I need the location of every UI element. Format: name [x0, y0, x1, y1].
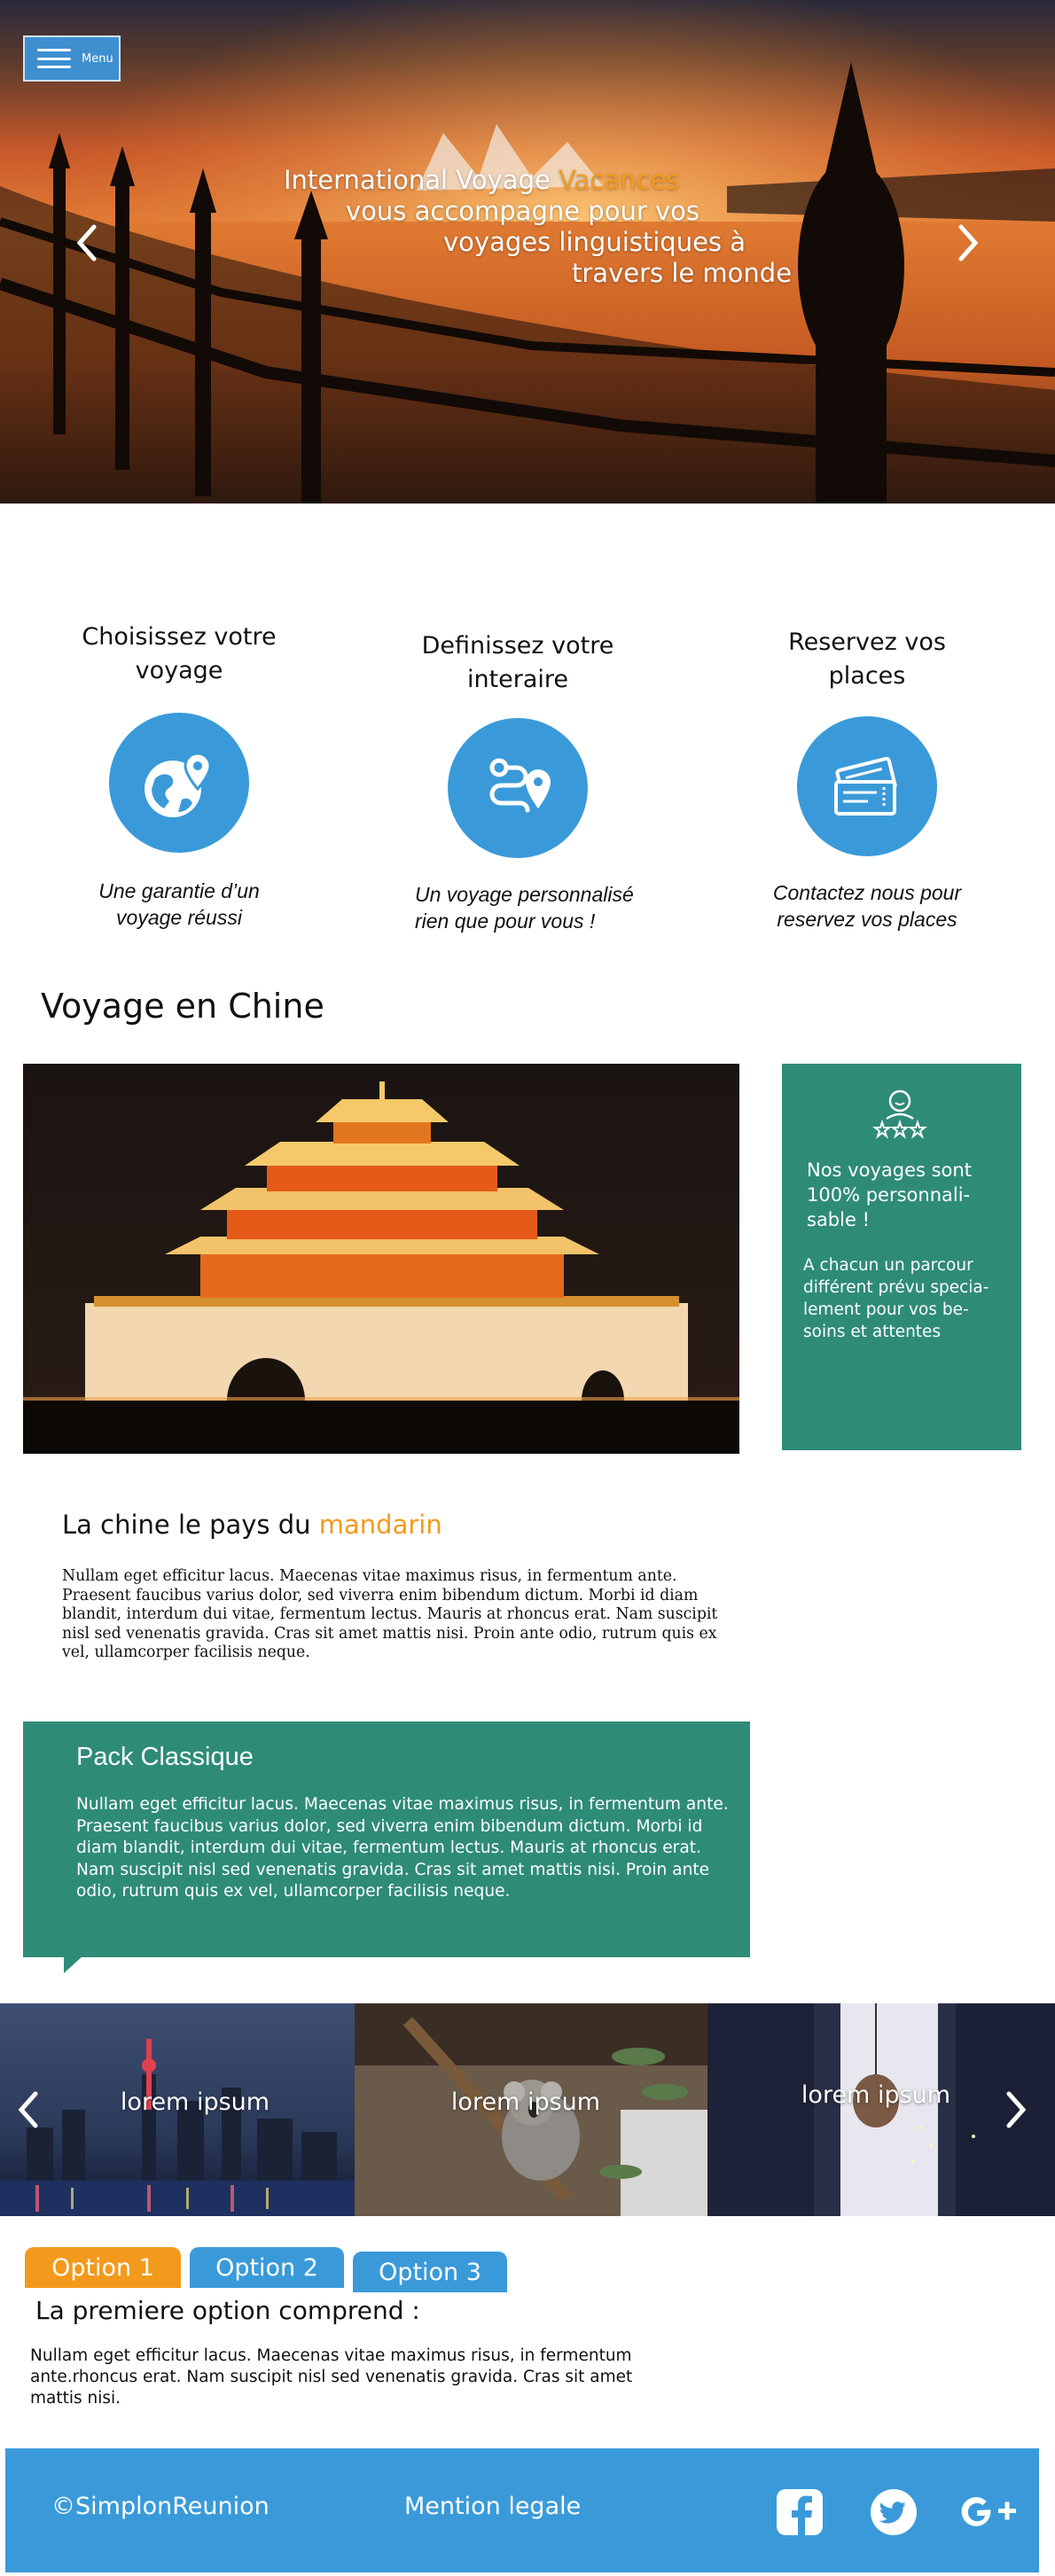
chevron-right-icon: [1006, 2091, 1027, 2128]
tab-option-1[interactable]: Option 1: [25, 2247, 181, 2288]
footer-legal-link[interactable]: Mention legale: [404, 2493, 581, 2520]
slide-label: lorem ipsum: [120, 2088, 270, 2116]
pagoda-photo: [23, 1064, 739, 1454]
globe-location-icon: [145, 752, 212, 817]
step-icon-circle[interactable]: [109, 713, 249, 853]
hero-brand: Vacances: [559, 165, 680, 195]
hero-banner: Menu International Voyage Vacances vous …: [0, 0, 1055, 503]
tab-body: Nullam eget efficitur lacus. Maecenas vi…: [30, 2346, 633, 2408]
step-icon-circle[interactable]: [797, 716, 937, 856]
menu-button[interactable]: Menu: [23, 35, 121, 82]
tickets-icon: [834, 756, 897, 816]
step-title: Definissez votre interaire: [421, 632, 614, 693]
image-carousel: lorem ipsum lorem ipsum lorem ipsum: [0, 2003, 1055, 2216]
twitter-icon: [871, 2489, 917, 2535]
step-description: Un voyage personnalisé rien que pour vou…: [415, 883, 634, 933]
pack-classique-box: Pack Classique Nullam eget efficitur lac…: [23, 1721, 750, 1957]
carousel-next-button[interactable]: [998, 2083, 1034, 2136]
hero-line2: vous accompagne pour vos: [346, 196, 699, 226]
china-paragraph: Nullam eget efficitur lacus. Maecenas vi…: [62, 1567, 718, 1661]
speech-bubble-tail: [64, 1955, 83, 1973]
route-pin-icon: [489, 758, 551, 813]
step-icon-circle[interactable]: [448, 718, 588, 858]
step-description: Contactez nous pour reservez vos places: [772, 881, 962, 931]
step-title: Reservez vos places: [788, 628, 946, 690]
pack-body: Nullam eget efficitur lacus. Maecenas vi…: [76, 1795, 729, 1901]
tab-heading: La premiere option comprend :: [35, 2296, 420, 2325]
china-heading: La chine le pays du mandarin: [62, 1510, 442, 1540]
footer-copyright: ©SimplonReunion: [51, 2493, 270, 2520]
step-title: Choisissez votre voyage: [82, 623, 277, 684]
carousel-slide-koala[interactable]: lorem ipsum: [355, 2003, 707, 2216]
step-book-places: Reservez vos places Contactez nous pour …: [743, 626, 991, 933]
card-text: A chacun un parcour différent prévu spec…: [803, 1256, 989, 1341]
hamburger-icon: [37, 49, 71, 68]
step-choose-trip: Choisissez votre voyage Une garantie d’u…: [55, 621, 303, 931]
google-plus-link[interactable]: [957, 2487, 1020, 2537]
chevron-left-icon: [18, 2091, 38, 2128]
chevron-left-icon: [76, 224, 97, 262]
pack-title: Pack Classique: [76, 1743, 254, 1771]
hero-line4: travers le monde: [572, 258, 793, 288]
tab-option-2[interactable]: Option 2: [190, 2247, 344, 2288]
chevron-right-icon: [958, 224, 979, 262]
twitter-link[interactable]: [869, 2487, 918, 2537]
slide-label: lorem ipsum: [450, 2088, 601, 2116]
step-define-itinerary: Definissez votre interaire Un voyage per…: [394, 629, 642, 934]
hero-prev-button[interactable]: [69, 216, 105, 269]
hero-line1: International Voyage: [284, 165, 559, 195]
step-description: Une garantie d’un voyage réussi: [98, 879, 260, 929]
carousel-slide-city[interactable]: lorem ipsum: [0, 2003, 355, 2216]
google-plus-icon: [961, 2496, 1016, 2526]
tab-option-3[interactable]: Option 3: [353, 2252, 507, 2292]
facebook-icon: [777, 2489, 823, 2537]
carousel-prev-button[interactable]: [11, 2083, 46, 2136]
hero-line3: voyages linguistiques à: [443, 227, 746, 257]
card-title: Nos voyages sont 100% personnali- sable …: [807, 1159, 972, 1230]
personalized-card: Nos voyages sont 100% personnali- sable …: [782, 1064, 1021, 1450]
user-rating-icon: [872, 1089, 927, 1139]
china-pagoda-image: [23, 1064, 739, 1454]
section-title: Voyage en Chine: [41, 987, 324, 1026]
hero-next-button[interactable]: [950, 216, 986, 269]
facebook-link[interactable]: [775, 2487, 824, 2537]
footer: ©SimplonReunion Mention legale: [5, 2448, 1039, 2572]
china-heading-text: La chine le pays du: [62, 1510, 319, 1540]
menu-label: Menu: [82, 51, 113, 66]
china-heading-accent: mandarin: [318, 1510, 442, 1540]
hero-tagline: International Voyage Vacances vous accom…: [257, 165, 824, 289]
